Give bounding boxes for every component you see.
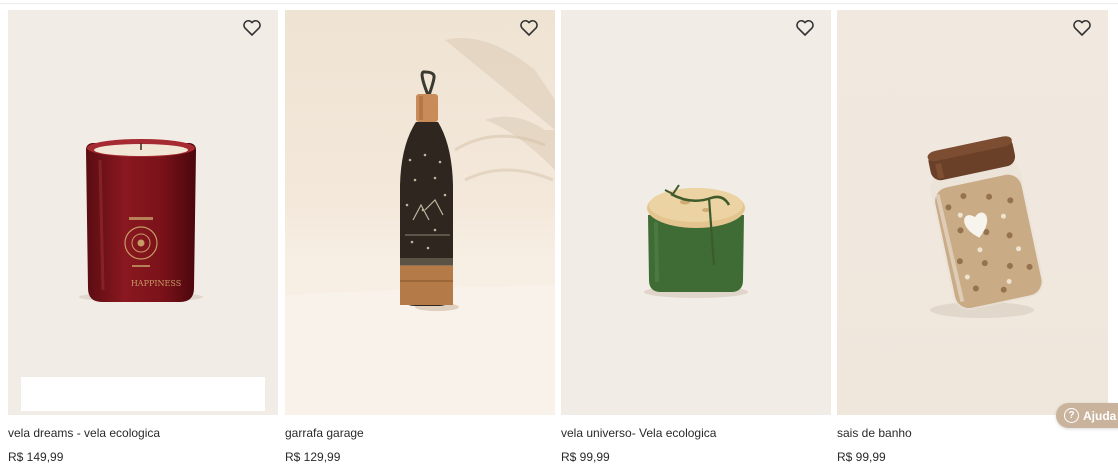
favorite-heart-icon[interactable] (519, 19, 539, 37)
product-price: R$ 99,99 (561, 450, 610, 464)
product-name[interactable]: garrafa garage (285, 426, 555, 440)
product-price: R$ 129,99 (285, 450, 341, 464)
bottle-illustration (285, 38, 555, 415)
favorite-heart-icon[interactable] (242, 19, 262, 37)
bath-salts-jar-illustration (927, 136, 1044, 318)
product-name[interactable]: vela dreams - vela ecologica (8, 426, 278, 440)
product-price: R$ 99,99 (837, 450, 886, 464)
help-button[interactable]: ? Ajuda (1056, 403, 1118, 428)
product-name[interactable]: sais de banho (837, 426, 1118, 440)
favorite-heart-icon[interactable] (795, 19, 815, 37)
product-card[interactable]: garrafa garage R$ 129,99 (285, 10, 555, 464)
product-image-vela-dreams[interactable]: HAPPINESS (8, 10, 278, 415)
product-image-garrafa-garage[interactable] (285, 10, 555, 415)
product-name[interactable]: vela universo- Vela ecologica (561, 426, 831, 440)
product-price: R$ 149,99 (8, 450, 64, 464)
help-button-label: Ajuda (1083, 408, 1117, 423)
red-candle-illustration: HAPPINESS (79, 139, 203, 302)
question-circle-icon: ? (1064, 408, 1079, 423)
product-image-vela-universo[interactable] (561, 10, 831, 415)
product-card[interactable]: HAPPINESS vela dreams - vela ecologica R… (8, 10, 278, 464)
candle-label-text: HAPPINESS (131, 279, 181, 288)
favorite-heart-icon[interactable] (1072, 19, 1092, 37)
product-card[interactable]: sais de banho R$ 99,99 (837, 10, 1118, 464)
product-grid: HAPPINESS vela dreams - vela ecologica R… (0, 0, 1118, 464)
green-candle-illustration (644, 184, 748, 298)
image-overlay-bar (21, 377, 265, 411)
product-card[interactable]: vela universo- Vela ecologica R$ 99,99 (561, 10, 831, 464)
product-image-sais-de-banho[interactable] (837, 10, 1108, 415)
